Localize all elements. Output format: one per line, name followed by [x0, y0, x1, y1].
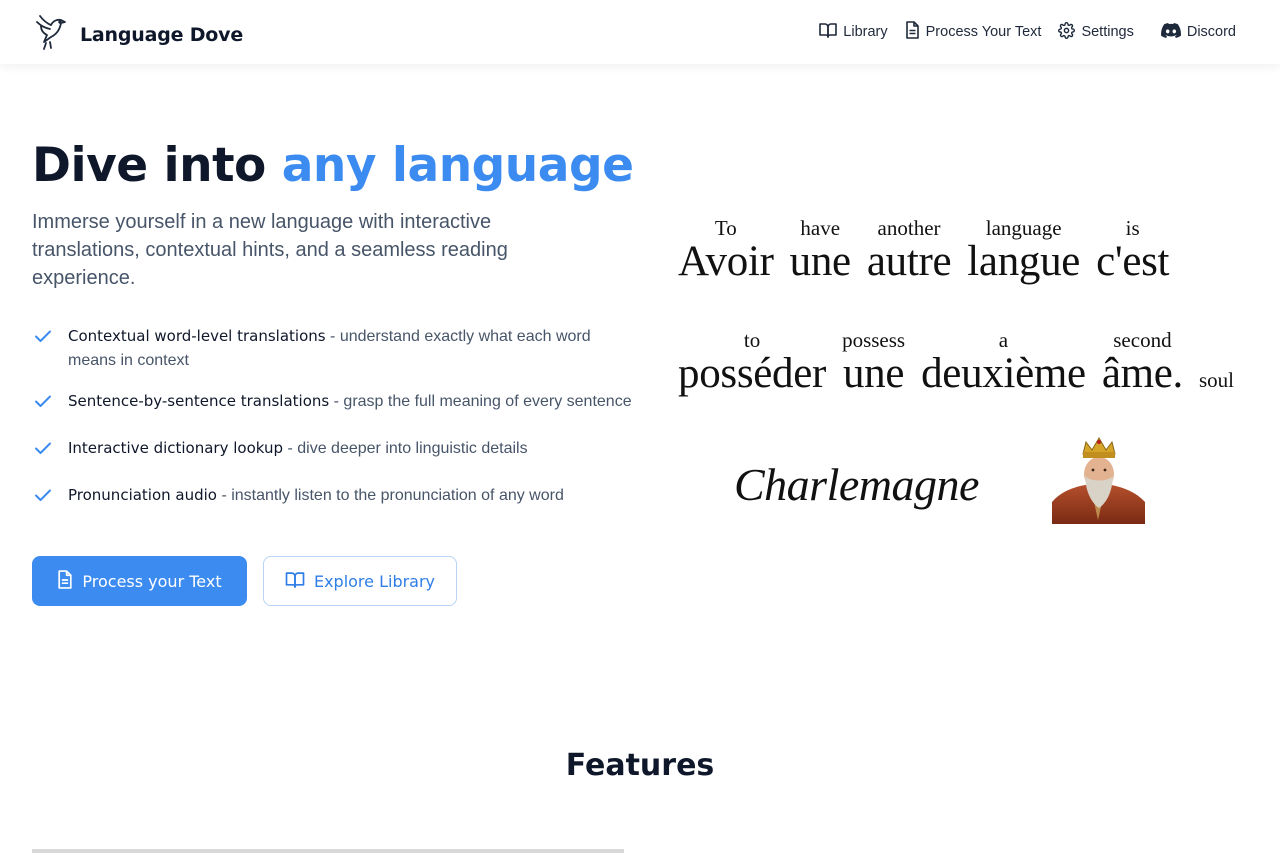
- quote-attribution: Charlemagne: [734, 459, 979, 510]
- book-icon: [819, 22, 838, 42]
- hero-title-accent: any language: [281, 138, 634, 193]
- gear-icon: [1058, 21, 1076, 43]
- list-item: Pronunciation audio - instantly listen t…: [32, 483, 632, 514]
- nav-process-text[interactable]: Process Your Text: [905, 21, 1042, 43]
- feature-desc: - grasp the full meaning of every senten…: [329, 393, 632, 410]
- brand-logo-link[interactable]: Language Dove: [34, 12, 243, 57]
- nav-settings[interactable]: Settings: [1058, 21, 1134, 43]
- feature-desc: - dive deeper into linguistic details: [283, 440, 528, 457]
- features-section-title: Features: [565, 748, 715, 783]
- gloss-french: langue: [967, 238, 1081, 285]
- gloss-word: is c'est: [1096, 216, 1169, 284]
- book-icon: [285, 571, 305, 592]
- gloss-word: language langue: [967, 216, 1080, 284]
- hero-subtitle: Immerse yourself in a new language with …: [32, 211, 508, 289]
- gloss-english: is: [1125, 216, 1140, 240]
- quote-line-2: to posséder possess une a deuxième second âm…: [678, 328, 1246, 396]
- nav-process-text-label: Process Your Text: [925, 24, 1042, 40]
- feature-desc: - instantly listen to the pronunciation …: [217, 487, 564, 504]
- hero-title-start: Dive into: [32, 138, 282, 193]
- gloss-french: posséder: [678, 350, 827, 397]
- gloss-french: une: [842, 350, 905, 397]
- nav-library[interactable]: Library: [819, 22, 888, 42]
- gloss-french: âme.: [1101, 350, 1183, 397]
- nav-discord-label: Discord: [1186, 24, 1236, 40]
- gloss-english: to: [743, 328, 761, 352]
- feature-text: Sentence-by-sentence translations - gras…: [68, 389, 632, 414]
- check-icon: [32, 325, 54, 355]
- check-icon: [32, 484, 54, 514]
- dove-icon: [34, 12, 70, 57]
- top-navigation-bar: Language Dove Library Process Your Text: [0, 0, 1280, 64]
- gloss-word: second âme.: [1102, 328, 1183, 396]
- feature-card-preview: [32, 849, 624, 853]
- gloss-english: language: [985, 216, 1062, 240]
- gloss-french: deuxième: [921, 350, 1086, 397]
- gloss-word: to posséder: [678, 328, 826, 396]
- gloss-word: a deuxième: [921, 328, 1086, 396]
- feature-title: Sentence-by-sentence translations: [68, 392, 330, 410]
- feature-text: Interactive dictionary lookup - dive dee…: [68, 436, 528, 461]
- nav-discord[interactable]: Discord: [1160, 22, 1236, 42]
- gloss-english: a: [998, 328, 1009, 352]
- hero-feature-list: Contextual word-level translations - und…: [32, 324, 632, 514]
- gloss-word: possess une: [842, 328, 905, 396]
- nav-library-label: Library: [843, 24, 888, 40]
- gloss-english: soul: [1199, 368, 1235, 392]
- document-icon: [57, 569, 73, 593]
- gloss-english: another: [877, 216, 941, 240]
- gloss-french: autre: [866, 238, 952, 285]
- document-icon: [905, 21, 920, 43]
- hero-title: Dive into any language: [32, 138, 634, 193]
- feature-text: Contextual word-level translations - und…: [68, 324, 632, 373]
- gloss-french: une: [789, 238, 851, 285]
- gloss-english: possess: [842, 328, 906, 352]
- discord-icon: [1160, 22, 1181, 42]
- feature-title: Contextual word-level translations: [68, 327, 326, 345]
- explore-library-button-label: Explore Library: [313, 571, 436, 591]
- gloss-french: c'est: [1096, 238, 1170, 285]
- charlemagne-portrait: [1052, 432, 1145, 524]
- gloss-english: second: [1113, 328, 1172, 352]
- quote-line-1: To Avoir have une another autre language lan…: [678, 216, 1181, 284]
- feature-title: Interactive dictionary lookup: [68, 439, 284, 457]
- feature-text: Pronunciation audio - instantly listen t…: [68, 483, 564, 508]
- gloss-word: To Avoir: [678, 216, 774, 284]
- gloss-word: have une: [790, 216, 851, 284]
- nav-settings-label: Settings: [1081, 24, 1134, 40]
- gloss-french: Avoir: [678, 238, 774, 285]
- check-icon: [32, 437, 54, 467]
- list-item: Interactive dictionary lookup - dive dee…: [32, 436, 632, 467]
- gloss-english: have: [800, 216, 841, 240]
- brand-name: Language Dove: [80, 23, 244, 46]
- check-icon: [32, 390, 54, 420]
- main-nav: Library Process Your Text Settings Disco…: [802, 0, 1236, 64]
- feature-title: Pronunciation audio: [68, 486, 217, 504]
- process-text-button[interactable]: Process your Text: [32, 556, 247, 606]
- gloss-english: To: [714, 216, 737, 240]
- list-item: Contextual word-level translations - und…: [32, 324, 632, 373]
- list-item: Sentence-by-sentence translations - gras…: [32, 389, 632, 420]
- process-text-button-label: Process your Text: [82, 571, 222, 591]
- gloss-word: another autre: [866, 216, 952, 285]
- explore-library-button[interactable]: Explore Library: [263, 556, 457, 606]
- gloss-word: soul: [1199, 368, 1234, 392]
- hero-illustration: To Avoir have une another autre language lan…: [656, 210, 1236, 530]
